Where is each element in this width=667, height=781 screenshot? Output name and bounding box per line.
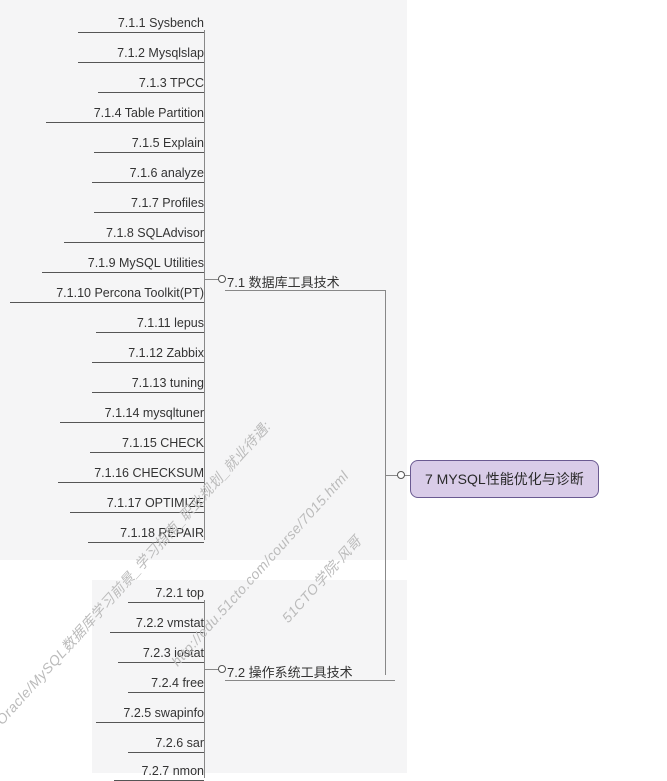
- connector-line: [204, 30, 205, 540]
- leaf-label: 7.2.6 sar: [155, 736, 204, 750]
- leaf-node[interactable]: 7.1.15 CHECK: [90, 436, 204, 453]
- leaf-label: 7.1.8 SQLAdvisor: [106, 226, 204, 240]
- leaf-node[interactable]: 7.1.14 mysqltuner: [60, 406, 204, 423]
- leaf-label: 7.2.7 nmon: [141, 764, 204, 778]
- leaf-node[interactable]: 7.1.11 lepus: [96, 316, 204, 333]
- connector-line: [225, 290, 385, 291]
- branch-text: 7.1 数据库工具技术: [227, 275, 340, 290]
- leaf-node[interactable]: 7.1.10 Percona Toolkit(PT): [10, 286, 204, 303]
- leaf-label: 7.1.9 MySQL Utilities: [88, 256, 204, 270]
- leaf-node[interactable]: 7.1.17 OPTIMIZE: [70, 496, 204, 513]
- leaf-label: 7.2.5 swapinfo: [123, 706, 204, 720]
- leaf-label: 7.1.18 REPAIR: [120, 526, 204, 540]
- leaf-label: 7.1.3 TPCC: [139, 76, 204, 90]
- leaf-node[interactable]: 7.1.6 analyze: [92, 166, 204, 183]
- leaf-label: 7.1.13 tuning: [132, 376, 204, 390]
- leaf-label: 7.1.4 Table Partition: [94, 106, 204, 120]
- leaf-label: 7.1.1 Sysbench: [118, 16, 204, 30]
- leaf-label: 7.1.2 Mysqlslap: [117, 46, 204, 60]
- junction-circle-icon: [218, 665, 226, 673]
- leaf-node[interactable]: 7.1.9 MySQL Utilities: [42, 256, 204, 273]
- root-node[interactable]: 7 MYSQL性能优化与诊断: [410, 460, 599, 498]
- leaf-node[interactable]: 7.1.1 Sysbench: [78, 16, 204, 33]
- root-node-label: 7 MYSQL性能优化与诊断: [425, 471, 584, 487]
- leaf-node[interactable]: 7.1.18 REPAIR: [88, 526, 204, 543]
- leaf-node[interactable]: 7.1.12 Zabbix: [92, 346, 204, 363]
- leaf-node[interactable]: 7.1.7 Profiles: [94, 196, 204, 213]
- junction-circle-icon: [397, 471, 405, 479]
- leaf-label: 7.1.6 analyze: [130, 166, 204, 180]
- branch-text: 7.2 操作系统工具技术: [227, 665, 353, 680]
- connector-line: [385, 290, 386, 675]
- leaf-node[interactable]: 7.1.5 Explain: [94, 136, 204, 153]
- connector-line: [204, 600, 205, 778]
- connector-line: [225, 680, 395, 681]
- leaf-node[interactable]: 7.2.1 top: [128, 586, 204, 603]
- leaf-node[interactable]: 7.2.5 swapinfo: [96, 706, 204, 723]
- leaf-node[interactable]: 7.1.2 Mysqlslap: [78, 46, 204, 63]
- leaf-label: 7.1.14 mysqltuner: [105, 406, 204, 420]
- leaf-node[interactable]: 7.2.6 sar: [128, 736, 204, 753]
- leaf-label: 7.1.10 Percona Toolkit(PT): [56, 286, 204, 300]
- leaf-label: 7.1.15 CHECK: [122, 436, 204, 450]
- leaf-node[interactable]: 7.2.2 vmstat: [110, 616, 204, 633]
- leaf-node[interactable]: 7.2.3 iostat: [118, 646, 204, 663]
- leaf-label: 7.2.1 top: [155, 586, 204, 600]
- leaf-label: 7.1.11 lepus: [137, 316, 204, 330]
- leaf-label: 7.1.17 OPTIMIZE: [107, 496, 204, 510]
- leaf-node[interactable]: 7.1.4 Table Partition: [46, 106, 204, 123]
- junction-circle-icon: [218, 275, 226, 283]
- leaf-label: 7.1.12 Zabbix: [128, 346, 204, 360]
- leaf-node[interactable]: 7.1.8 SQLAdvisor: [64, 226, 204, 243]
- leaf-node[interactable]: 7.1.16 CHECKSUM: [58, 466, 204, 483]
- branch-label-7-1[interactable]: 7.1 数据库工具技术: [227, 272, 340, 291]
- leaf-label: 7.2.2 vmstat: [136, 616, 204, 630]
- leaf-node[interactable]: 7.1.13 tuning: [92, 376, 204, 393]
- leaf-label: 7.2.3 iostat: [143, 646, 204, 660]
- leaf-node[interactable]: 7.1.3 TPCC: [98, 76, 204, 93]
- leaf-label: 7.1.5 Explain: [132, 136, 204, 150]
- leaf-label: 7.1.16 CHECKSUM: [94, 466, 204, 480]
- branch-label-7-2[interactable]: 7.2 操作系统工具技术: [227, 662, 353, 681]
- leaf-label: 7.1.7 Profiles: [131, 196, 204, 210]
- leaf-label: 7.2.4 free: [151, 676, 204, 690]
- leaf-node[interactable]: 7.2.4 free: [128, 676, 204, 693]
